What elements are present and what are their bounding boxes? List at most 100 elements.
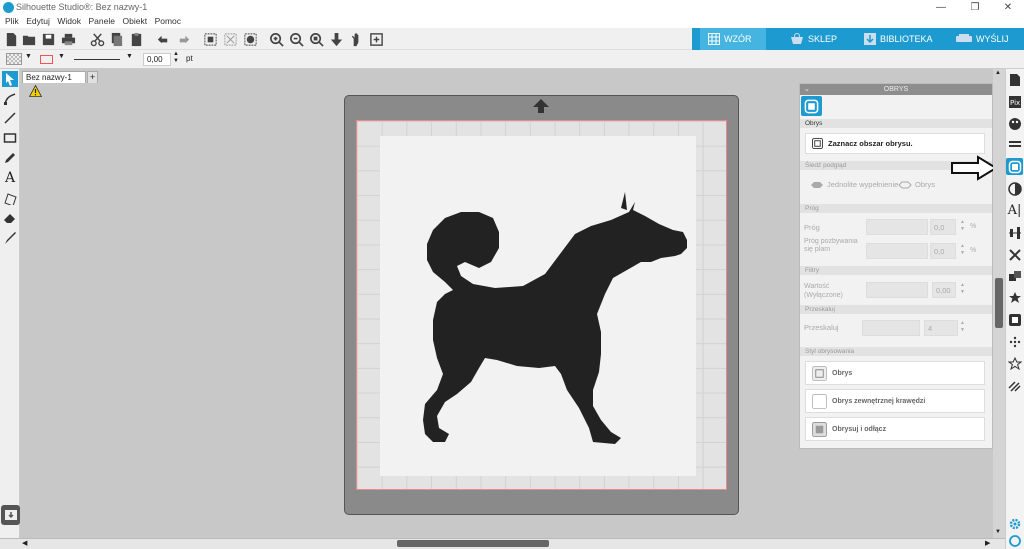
modify-star-icon[interactable] (1006, 289, 1023, 306)
solid-fill-option[interactable]: Jednolite wypełnienie (810, 180, 898, 189)
rectangle-tool-icon[interactable] (2, 130, 18, 146)
vertical-scroll-thumb[interactable] (995, 278, 1003, 328)
minimize-button[interactable]: — (926, 0, 956, 15)
trace-outer-edge-button[interactable]: Obrys zewnętrznej krawędzi (805, 389, 985, 413)
line-color-dropdown-icon[interactable]: ▼ (58, 53, 65, 60)
sketch-icon[interactable] (1006, 333, 1023, 350)
line-color-swatch[interactable] (40, 55, 53, 64)
scroll-up-icon[interactable]: ▲ (995, 70, 1001, 76)
fill-dropdown-icon[interactable]: ▼ (25, 53, 32, 60)
threshold-slider[interactable] (866, 219, 928, 235)
zoom-in-icon[interactable] (268, 31, 284, 47)
trace-panel-header: ⌄ OBRYS (800, 84, 992, 95)
open-folder-icon[interactable] (21, 31, 37, 47)
offset-icon[interactable] (1006, 311, 1023, 328)
pixscan-icon[interactable]: Pix (1006, 93, 1023, 110)
scroll-right-icon[interactable]: ▶ (985, 539, 990, 547)
title-bar: Silhouette Studio®: Bez nazwy-1 — ❐ ✕ (0, 0, 1024, 15)
menu-pomoc[interactable]: Pomoc (155, 15, 181, 28)
page-setup-icon[interactable] (1006, 71, 1023, 88)
favorites-star-icon[interactable] (1006, 355, 1023, 372)
threshold-input[interactable]: 0,0 (930, 219, 956, 235)
sync-icon[interactable] (1006, 532, 1023, 549)
new-file-icon[interactable] (3, 31, 19, 47)
select-tool-icon[interactable] (2, 71, 18, 87)
pan-hand-icon[interactable] (348, 31, 364, 47)
trace-panel-icon[interactable] (1006, 158, 1023, 175)
select-trace-area-button[interactable]: Zaznacz obszar obrysu. (805, 133, 985, 154)
collapse-chevron-icon[interactable]: ⌄ (804, 84, 810, 95)
edit-points-icon[interactable] (2, 91, 18, 107)
spot-removal-slider[interactable] (866, 243, 928, 259)
cut-icon[interactable] (89, 31, 105, 47)
save-icon[interactable] (40, 31, 56, 47)
color-palette-icon[interactable] (1006, 115, 1023, 132)
fill-tool-icon[interactable] (2, 190, 18, 206)
transform-icon[interactable] (1006, 246, 1023, 263)
close-button[interactable]: ✕ (993, 0, 1023, 15)
align-icon[interactable] (1006, 224, 1023, 241)
line-tool-icon[interactable] (2, 110, 18, 126)
print-icon[interactable] (60, 31, 76, 47)
fill-color-swatch[interactable] (6, 53, 22, 65)
tab-send[interactable]: WYŚLIJ (956, 28, 1022, 50)
library-panel-button[interactable] (1, 505, 20, 525)
menu-widok[interactable]: Widok (57, 15, 81, 28)
outline-option[interactable]: Obrys (898, 180, 935, 189)
filter-input[interactable]: 0,00 (932, 282, 956, 298)
line-style-dropdown-icon[interactable]: ▼ (126, 53, 133, 60)
pencil-tool-icon[interactable] (2, 150, 18, 166)
threshold-stepper-icon[interactable]: ▲ ▼ (960, 219, 965, 233)
redo-icon[interactable] (175, 31, 191, 47)
spot-removal-input[interactable]: 0,0 (930, 243, 956, 259)
horizontal-scroll-thumb[interactable] (397, 540, 549, 547)
line-style-preview[interactable] (74, 59, 120, 60)
eraser-tool-icon[interactable] (2, 210, 18, 226)
nav-tabs: WZÓR SKLEP BIBLIOTEKA WYŚLIJ (692, 28, 1024, 50)
scale-stepper-icon[interactable]: ▲ ▼ (960, 320, 965, 334)
tab-design[interactable]: WZÓR (700, 28, 766, 50)
menu-edytuj[interactable]: Edytuj (26, 15, 50, 28)
zoom-fit-icon[interactable] (308, 31, 324, 47)
paste-icon[interactable] (128, 31, 144, 47)
add-page-icon[interactable] (368, 31, 384, 47)
trace-and-detach-button[interactable]: Obrysuj i odłącz (805, 417, 985, 441)
document-tab[interactable]: Bez nazwy-1 (22, 71, 86, 83)
undo-icon[interactable] (155, 31, 171, 47)
scale-slider[interactable] (862, 320, 920, 336)
menu-panele[interactable]: Panele (89, 15, 115, 28)
hatch-pattern-icon[interactable] (1006, 377, 1023, 394)
line-style-icon[interactable] (1006, 136, 1023, 153)
menu-plik[interactable]: Plik (5, 15, 19, 28)
filter-stepper-icon[interactable]: ▲ ▼ (960, 282, 965, 296)
trace-tab-icon[interactable] (801, 96, 822, 116)
trace-button[interactable]: Obrys (805, 361, 985, 385)
maximize-button[interactable]: ❐ (960, 0, 990, 15)
dog-silhouette-image[interactable] (415, 182, 690, 447)
stroke-stepper-icon[interactable]: ▲ ▼ (173, 51, 179, 65)
move-down-icon[interactable] (328, 31, 344, 47)
filter-slider[interactable] (866, 282, 928, 298)
warning-icon[interactable] (29, 85, 42, 97)
scroll-down-icon[interactable]: ▼ (995, 529, 1001, 535)
tab-library[interactable]: BIBLIOTEKA (864, 28, 944, 50)
spot-removal-stepper-icon[interactable]: ▲ ▼ (960, 243, 965, 257)
ungroup-icon[interactable] (222, 31, 238, 47)
stroke-width-input[interactable]: 0,00 (143, 53, 171, 66)
settings-gear-icon[interactable] (1006, 515, 1023, 532)
scale-input[interactable]: 4 (924, 320, 958, 336)
fill-contrast-icon[interactable] (1006, 180, 1023, 197)
scroll-left-icon[interactable]: ◀ (22, 539, 27, 547)
tab-store[interactable]: SKLEP (790, 28, 860, 50)
add-tab-button[interactable]: + (87, 71, 98, 83)
zoom-out-icon[interactable] (288, 31, 304, 47)
group-icon[interactable] (202, 31, 218, 47)
compound-path-icon[interactable] (242, 31, 258, 47)
text-tool-icon[interactable]: A (2, 170, 18, 186)
knife-tool-icon[interactable] (2, 230, 18, 246)
replicate-icon[interactable] (1006, 267, 1023, 284)
copy-icon[interactable] (108, 31, 124, 47)
text-style-icon[interactable]: A| (1006, 202, 1023, 219)
properties-bar: ▼ ▼ ▼ 0,00 ▲ ▼ pt (0, 50, 1024, 69)
menu-obiekt[interactable]: Obiekt (122, 15, 147, 28)
